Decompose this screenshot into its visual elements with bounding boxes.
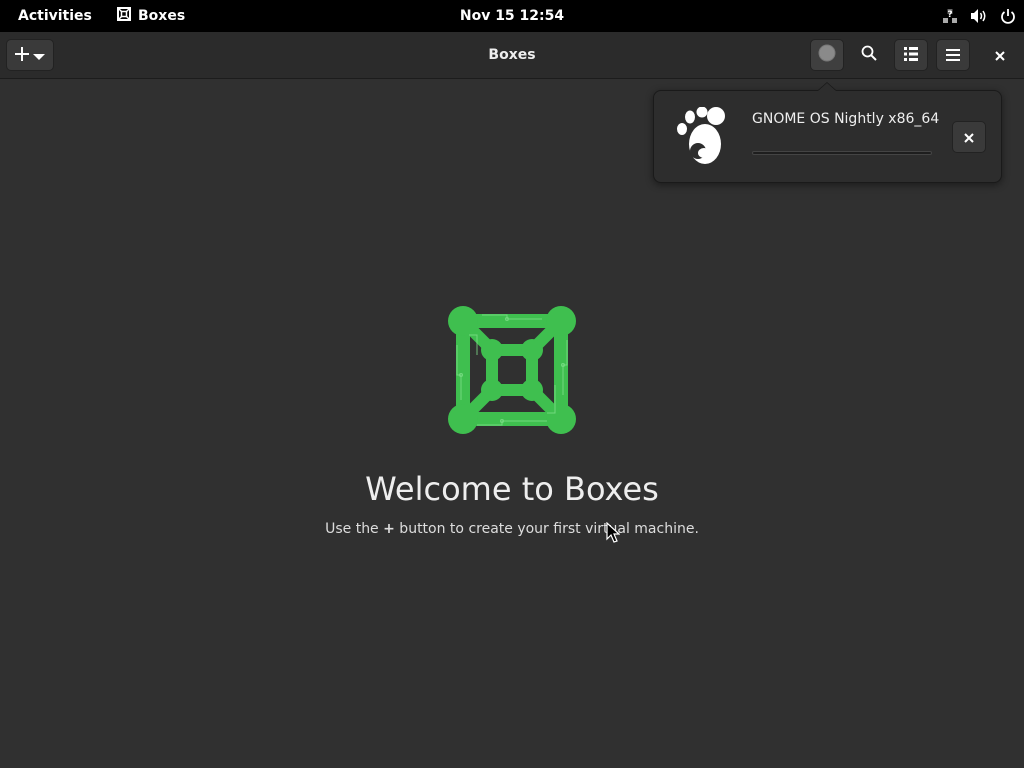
top-bar: Activities Boxes Nov 15 12:54 ? [0, 0, 1024, 32]
add-button[interactable] [6, 39, 54, 71]
search-icon [861, 45, 877, 65]
list-view-icon [904, 46, 918, 65]
download-progress-bar [752, 151, 932, 155]
close-icon [964, 128, 974, 147]
boxes-logo-icon [447, 305, 577, 439]
welcome-subtitle-start: Use the [325, 521, 384, 537]
close-icon [995, 46, 1005, 65]
header-bar: Boxes [0, 32, 1024, 79]
clock[interactable]: Nov 15 12:54 [460, 8, 564, 24]
welcome-subtitle-plus: + [383, 521, 395, 537]
welcome-subtitle-end: button to create your first virtual mach… [394, 521, 699, 537]
chevron-down-icon [33, 46, 45, 65]
hamburger-menu-icon [946, 46, 960, 65]
boxes-app-icon [116, 6, 132, 26]
volume-icon [970, 8, 988, 24]
cancel-download-button[interactable] [952, 121, 986, 153]
network-unknown-icon: ? [942, 8, 958, 24]
download-popover: GNOME OS Nightly x86_64 [653, 90, 1002, 183]
plus-icon [15, 46, 29, 65]
welcome-subtitle: Use the + button to create your first vi… [0, 521, 1024, 537]
download-title: GNOME OS Nightly x86_64 [752, 111, 940, 127]
power-icon [1000, 8, 1016, 24]
search-button[interactable] [852, 39, 886, 71]
activities-button[interactable]: Activities [8, 0, 102, 32]
list-view-button[interactable] [894, 39, 928, 71]
welcome-title: Welcome to Boxes [365, 470, 659, 508]
main-menu-button[interactable] [936, 39, 970, 71]
gnome-foot-icon [674, 106, 730, 173]
svg-text:?: ? [947, 10, 952, 20]
app-menu-button[interactable]: Boxes [110, 0, 191, 32]
app-menu-label: Boxes [138, 8, 186, 24]
window-close-button[interactable] [984, 39, 1016, 71]
downloads-button[interactable] [810, 39, 844, 71]
system-tray[interactable]: ? [942, 0, 1016, 32]
popover-arrow-fill [818, 83, 836, 91]
mouse-pointer-icon [606, 521, 621, 548]
progress-pie-icon [818, 44, 836, 66]
